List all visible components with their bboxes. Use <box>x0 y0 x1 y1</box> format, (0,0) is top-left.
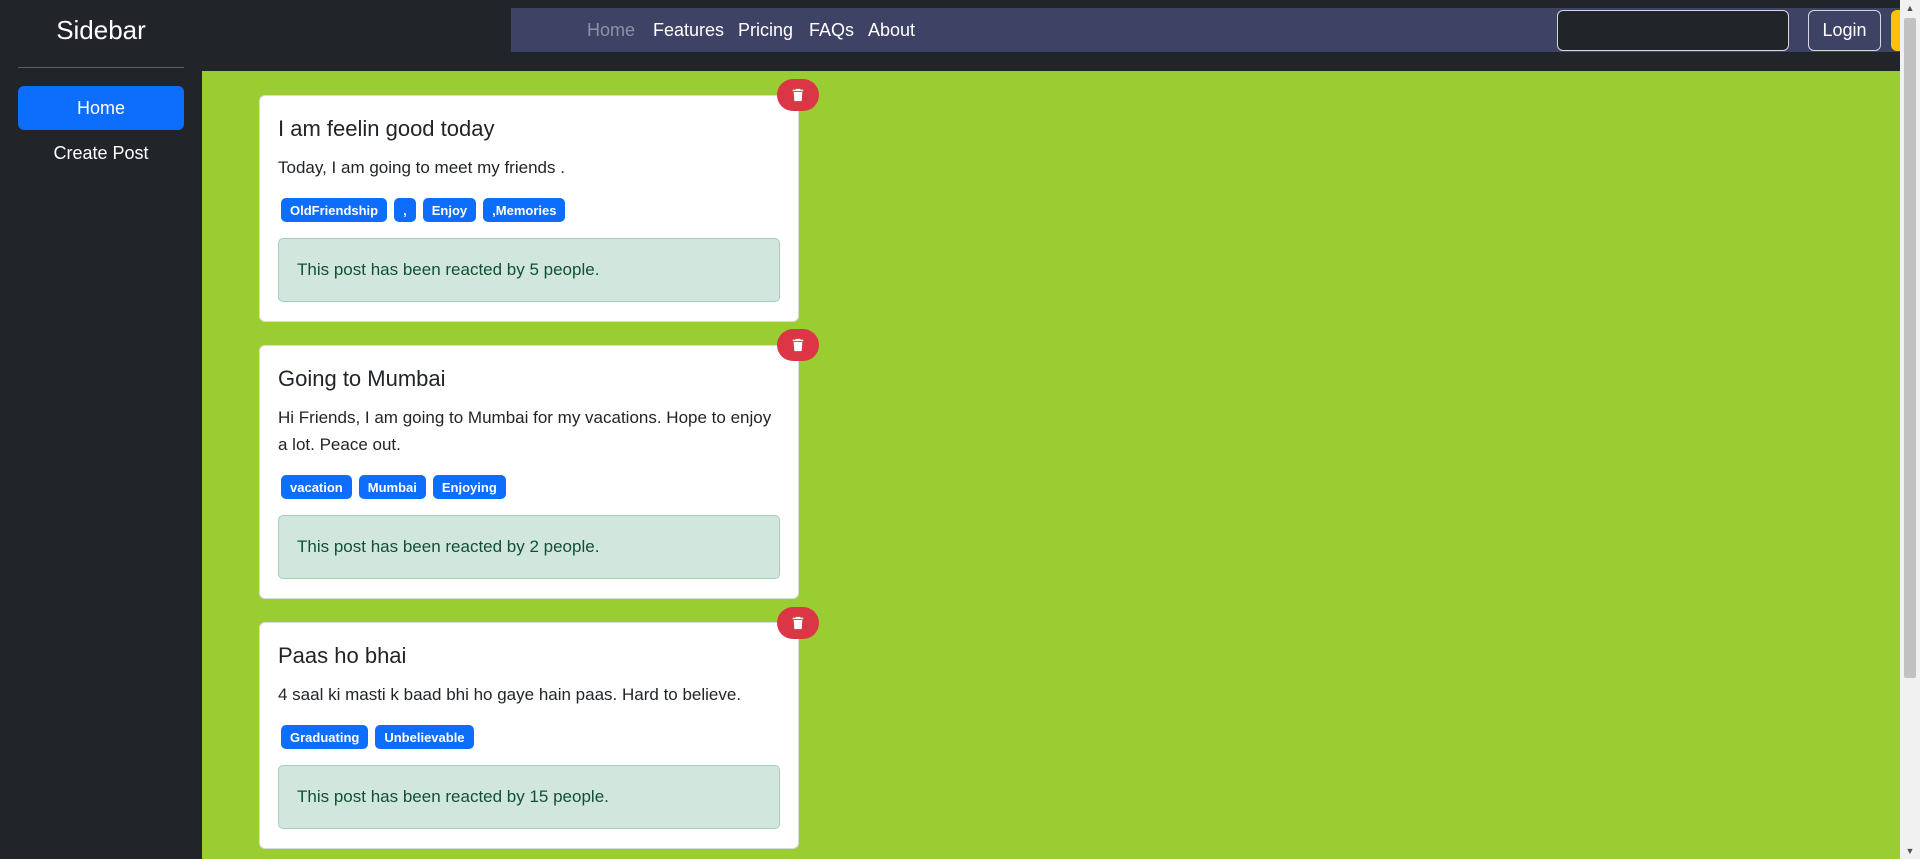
post-tag[interactable]: ,Memories <box>483 198 566 222</box>
nav-link-faqs[interactable]: FAQs <box>809 8 854 52</box>
post-tag[interactable]: vacation <box>281 475 352 499</box>
sidebar: Sidebar Home Create Post <box>0 0 202 859</box>
post-card: Paas ho bhai 4 saal ki masti k baad bhi … <box>259 622 799 849</box>
delete-post-button[interactable] <box>777 607 819 639</box>
trash-icon <box>792 88 804 102</box>
scroll-down-arrow-icon[interactable]: ▼ <box>1900 843 1920 859</box>
post-tags: vacation Mumbai Enjoying <box>281 475 506 499</box>
post-card: Going to Mumbai Hi Friends, I am going t… <box>259 345 799 599</box>
login-button[interactable]: Login <box>1808 10 1881 51</box>
sidebar-title: Sidebar <box>56 15 146 45</box>
scroll-up-arrow-icon[interactable]: ▲ <box>1900 0 1920 16</box>
delete-post-button[interactable] <box>777 329 819 361</box>
nav-link-home[interactable]: Home <box>587 8 635 52</box>
reaction-alert: This post has been reacted by 2 people. <box>278 515 780 579</box>
post-tag[interactable]: Graduating <box>281 725 369 749</box>
nav-link-pricing[interactable]: Pricing <box>738 8 793 52</box>
post-tags: OldFriendship , Enjoy ,Memories <box>281 198 566 222</box>
post-title: Paas ho bhai <box>278 643 407 668</box>
post-tag[interactable]: Mumbai <box>358 475 426 499</box>
scrollbar-thumb[interactable] <box>1904 18 1916 678</box>
sidebar-divider <box>18 67 184 68</box>
post-tag[interactable]: Unbelievable <box>375 725 474 749</box>
nav-link-features[interactable]: Features <box>653 8 724 52</box>
post-title: Going to Mumbai <box>278 366 446 391</box>
search-input[interactable] <box>1557 10 1789 51</box>
sidebar-item-home[interactable]: Home <box>18 86 184 130</box>
reaction-alert: This post has been reacted by 15 people. <box>278 765 780 829</box>
post-body: Hi Friends, I am going to Mumbai for my … <box>278 408 772 454</box>
post-tag[interactable]: OldFriendship <box>281 198 388 222</box>
sidebar-item-create-post[interactable]: Create Post <box>18 131 184 175</box>
post-body: 4 saal ki masti k baad bhi ho gaye hain … <box>278 685 742 704</box>
post-card: I am feelin good today Today, I am going… <box>259 95 799 322</box>
post-tag[interactable]: , <box>394 198 416 222</box>
trash-icon <box>792 338 804 352</box>
trash-icon <box>792 616 804 630</box>
delete-post-button[interactable] <box>777 79 819 111</box>
post-tag[interactable]: Enjoying <box>432 475 506 499</box>
top-header: Home Features Pricing FAQs About Login S… <box>202 0 1920 71</box>
reaction-alert: This post has been reacted by 5 people. <box>278 238 780 302</box>
post-title: I am feelin good today <box>278 116 495 141</box>
post-tag[interactable]: Enjoy <box>422 198 477 222</box>
post-body: Today, I am going to meet my friends . <box>278 158 565 177</box>
nav-link-about[interactable]: About <box>868 8 915 52</box>
post-tags: Graduating Unbelievable <box>281 725 474 749</box>
vertical-scrollbar[interactable]: ▲ ▼ <box>1900 0 1920 859</box>
